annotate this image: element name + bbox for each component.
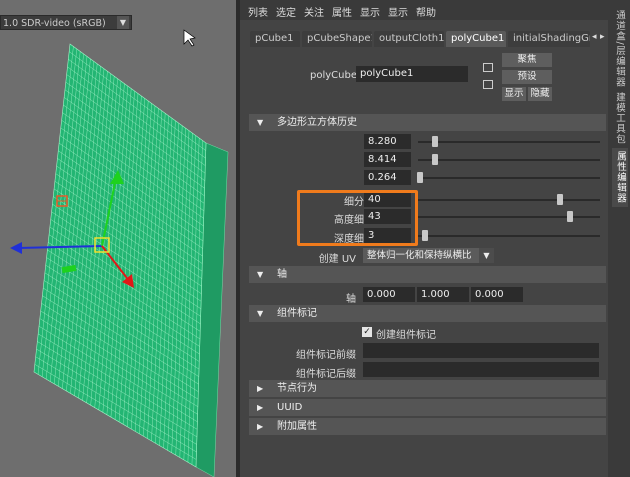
axis-z-field[interactable]: 0.000: [471, 287, 523, 302]
tab-scroll-right-icon[interactable]: ▸: [600, 32, 605, 42]
go-to-output-icon[interactable]: [483, 80, 493, 89]
height-slider-handle[interactable]: [432, 154, 438, 165]
viewport-scene: [10, 29, 229, 477]
side-tab-strip: 通道盒/层编辑器 建模工具包 属性编辑器: [608, 0, 630, 477]
height-slider-track[interactable]: [418, 159, 600, 161]
presets-button[interactable]: 预设: [502, 70, 552, 84]
colorspace-dropdown[interactable]: 1.0 SDR-video (sRGB) ▼: [0, 15, 132, 30]
section-polycube-history[interactable]: ▼ 多边形立方体历史: [249, 114, 606, 131]
axis-x-field[interactable]: 0.000: [363, 287, 415, 302]
create-uv-dropdown[interactable]: 整体归一化和保持纵横比 ▼: [363, 248, 494, 263]
section-uuid[interactable]: ▶ UUID: [249, 399, 606, 416]
tab-outputcloth1[interactable]: outputCloth1: [374, 31, 444, 47]
section-axis[interactable]: ▼ 轴: [249, 266, 606, 283]
axis-y-field[interactable]: 1.000: [417, 287, 469, 302]
hide-button[interactable]: 隐藏: [528, 87, 552, 101]
menu-focus[interactable]: 关注: [304, 4, 324, 19]
side-tab-attribute-editor[interactable]: 属性编辑器: [612, 148, 628, 207]
width-slider-handle[interactable]: [432, 136, 438, 147]
show-button[interactable]: 显示: [502, 87, 526, 101]
menu-bar: 列表 选定 关注 属性 显示 显示 帮助: [240, 0, 608, 20]
side-tab-channel-box[interactable]: 通道盒/层编辑器: [612, 10, 626, 88]
create-uv-label: 创建 UV: [318, 254, 356, 265]
section-title: UUID: [277, 402, 303, 413]
focus-button[interactable]: 聚焦: [502, 53, 552, 67]
menu-list[interactable]: 列表: [248, 4, 268, 19]
orange-highlight-box: [297, 190, 418, 246]
subdivisions-width-slider-handle[interactable]: [557, 194, 563, 205]
menu-display[interactable]: 显示: [388, 4, 408, 19]
height-field[interactable]: 8.414: [364, 152, 411, 167]
section-title: 节点行为: [277, 383, 317, 394]
menu-select[interactable]: 选定: [276, 4, 296, 19]
component-tags-suffix-field[interactable]: [363, 362, 599, 377]
subdivisions-width-slider-track[interactable]: [418, 199, 600, 201]
colorspace-label: 1.0 SDR-video (sRGB): [3, 18, 106, 29]
depth-field[interactable]: 0.264: [364, 170, 411, 185]
3d-viewport[interactable]: 1.0 SDR-video (sRGB) ▼: [0, 0, 236, 477]
collapse-icon: ▼: [257, 118, 264, 127]
expand-icon: ▶: [257, 422, 264, 431]
section-title: 轴: [277, 269, 287, 280]
node-type-label: polyCube:: [310, 70, 361, 81]
depth-slider-track[interactable]: [418, 177, 600, 179]
section-title: 附加属性: [277, 421, 317, 432]
create-component-tags-label: 创建组件标记: [376, 330, 436, 341]
go-to-input-icon[interactable]: [483, 63, 493, 72]
section-extra-attributes[interactable]: ▶ 附加属性: [249, 418, 606, 435]
section-title: 组件标记: [277, 308, 317, 319]
node-tabs: pCube1 pCubeShape1 outputCloth1 polyCube…: [240, 31, 608, 47]
attribute-editor: 列表 选定 关注 属性 显示 显示 帮助 pCube1 pCubeShape1 …: [240, 0, 608, 477]
width-field[interactable]: 8.280: [364, 134, 411, 149]
expand-icon: ▶: [257, 384, 264, 393]
component-tags-prefix-field[interactable]: [363, 343, 599, 358]
axis-label: 轴: [346, 294, 356, 305]
tab-pcube1[interactable]: pCube1: [250, 31, 300, 47]
component-tags-prefix-label: 组件标记前缀: [296, 350, 356, 361]
subdivisions-depth-slider-handle[interactable]: [422, 230, 428, 241]
width-slider-track[interactable]: [418, 141, 600, 143]
section-node-behavior[interactable]: ▶ 节点行为: [249, 380, 606, 397]
subdivisions-depth-slider-track[interactable]: [418, 235, 600, 237]
chevron-down-icon: ▼: [117, 16, 129, 29]
component-tags-suffix-label: 组件标记后缀: [296, 369, 356, 380]
tab-pcubeshape1[interactable]: pCubeShape1: [302, 31, 372, 47]
collapse-icon: ▼: [257, 270, 264, 279]
subdivisions-height-slider-handle[interactable]: [567, 211, 573, 222]
node-name-field[interactable]: polyCube1: [356, 66, 468, 82]
tab-polycube1[interactable]: polyCube1: [446, 31, 506, 47]
create-component-tags-checkbox[interactable]: ✓: [362, 327, 372, 337]
tab-scroll-left-icon[interactable]: ◂: [592, 32, 597, 42]
menu-show[interactable]: 显示: [360, 4, 380, 19]
collapse-icon: ▼: [257, 309, 264, 318]
side-tab-modeling-toolkit[interactable]: 建模工具包: [612, 92, 626, 145]
depth-slider-handle[interactable]: [417, 172, 423, 183]
tab-initialshadinggroup[interactable]: initialShadingGr: [508, 31, 590, 47]
chevron-down-icon: ▼: [479, 248, 494, 263]
menu-attributes[interactable]: 属性: [332, 4, 352, 19]
create-uv-value: 整体归一化和保持纵横比: [367, 250, 472, 261]
section-component-tags[interactable]: ▼ 组件标记: [249, 305, 606, 322]
mouse-cursor: [183, 29, 196, 47]
menu-help[interactable]: 帮助: [416, 4, 436, 19]
expand-icon: ▶: [257, 403, 264, 412]
section-title: 多边形立方体历史: [277, 117, 357, 128]
